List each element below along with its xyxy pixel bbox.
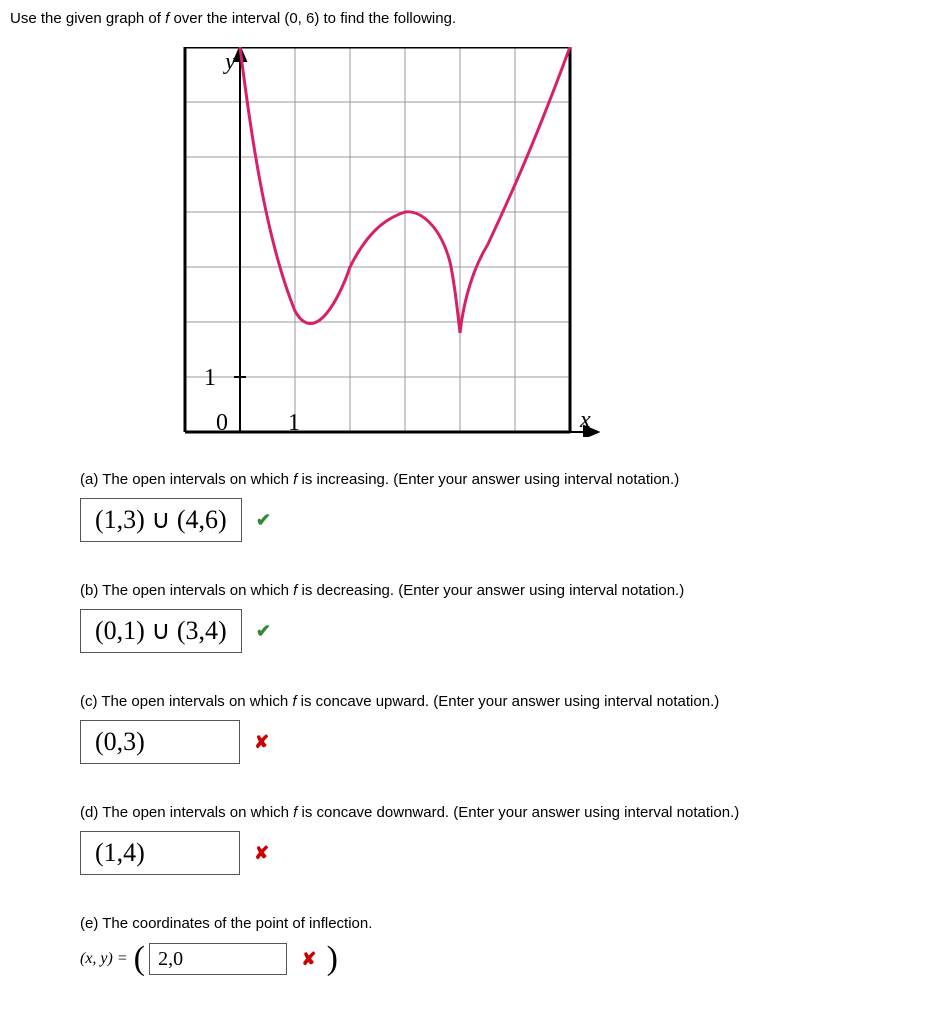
part-c-prompt: (c) The open intervals on which f is con… xyxy=(80,693,927,710)
graph-svg: y x 1 0 1 xyxy=(140,47,600,437)
part-e-prompt: (e) The coordinates of the point of infl… xyxy=(80,915,927,932)
check-icon: ✔ xyxy=(256,621,271,642)
x-tick-1: 1 xyxy=(288,410,300,436)
problem-instruction: Use the given graph of f over the interv… xyxy=(10,10,927,27)
cross-icon: ✘ xyxy=(254,843,269,864)
part-d: (d) The open intervals on which f is con… xyxy=(80,804,927,875)
y-tick-1: 1 xyxy=(204,365,216,391)
part-e: (e) The coordinates of the point of infl… xyxy=(80,915,927,976)
part-b-answer-input[interactable]: (0,1) ∪ (3,4) xyxy=(80,609,242,653)
y-axis-label: y xyxy=(223,49,236,75)
part-e-answer-input[interactable]: 2,0 xyxy=(149,943,287,975)
x-axis-label: x xyxy=(579,407,591,433)
part-b: (b) The open intervals on which f is dec… xyxy=(80,582,927,653)
cross-icon: ✘ xyxy=(254,732,269,753)
cross-icon: ✘ xyxy=(301,949,316,970)
instruction-text-post: over the interval (0, 6) to find the fol… xyxy=(169,10,456,27)
part-a-prompt: (a) The open intervals on which f is inc… xyxy=(80,471,927,488)
open-paren: ( xyxy=(134,942,145,976)
part-a: (a) The open intervals on which f is inc… xyxy=(80,471,927,542)
function-graph: y x 1 0 1 xyxy=(140,47,927,441)
origin-label: 0 xyxy=(216,410,228,436)
part-d-answer-input[interactable]: (1,4) xyxy=(80,831,240,875)
part-b-prompt: (b) The open intervals on which f is dec… xyxy=(80,582,927,599)
instruction-text-pre: Use the given graph of xyxy=(10,10,165,27)
part-c: (c) The open intervals on which f is con… xyxy=(80,693,927,764)
part-c-answer-input[interactable]: (0,3) xyxy=(80,720,240,764)
xy-equals-label: (x, y) = xyxy=(80,950,132,967)
check-icon: ✔ xyxy=(256,510,271,531)
part-d-prompt: (d) The open intervals on which f is con… xyxy=(80,804,927,821)
part-a-answer-input[interactable]: (1,3) ∪ (4,6) xyxy=(80,498,242,542)
close-paren: ) xyxy=(327,942,338,976)
